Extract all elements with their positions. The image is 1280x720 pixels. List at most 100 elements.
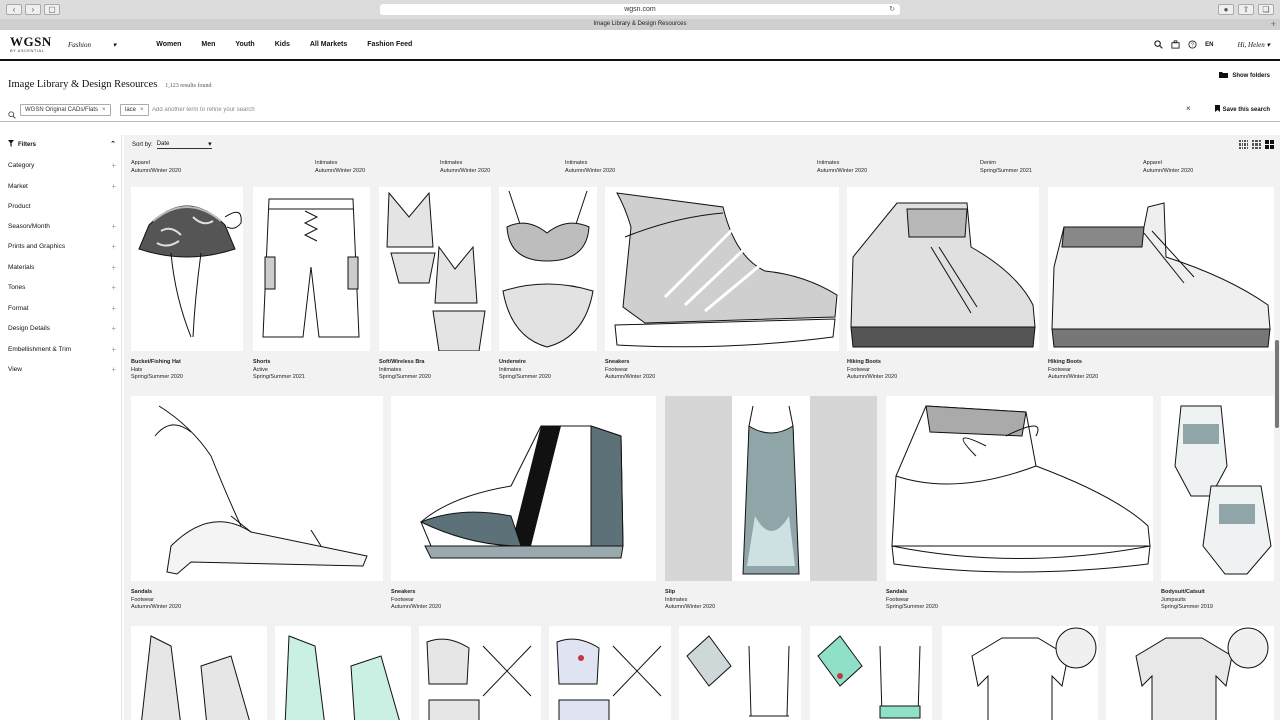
show-folders-button[interactable]: Show folders (1219, 71, 1270, 80)
filters-title: Filters (18, 141, 37, 148)
filter-market[interactable]: Market + (8, 181, 116, 195)
tab-bar[interactable]: Image Library & Design Resources + (0, 19, 1280, 30)
hiking-boot-image[interactable] (1048, 187, 1274, 351)
sidebar-toggle-icon[interactable]: ▢ (44, 4, 60, 15)
show-folders-label: Show folders (1232, 72, 1270, 79)
nav-fashion[interactable]: Fashion ▾ (68, 41, 136, 49)
chevron-down-icon: ▾ (112, 41, 117, 49)
filter-prints-graphics[interactable]: Prints and Graphics + (8, 241, 116, 255)
bodysuit-image[interactable] (275, 626, 411, 720)
plus-icon: + (111, 242, 116, 251)
underwire-image[interactable] (499, 187, 597, 351)
plus-icon: + (111, 304, 116, 313)
reload-icon[interactable]: ↻ (889, 4, 895, 15)
bra-image[interactable] (679, 626, 801, 720)
nav-women[interactable]: Women (156, 41, 181, 49)
plus-icon: + (111, 283, 116, 292)
scrollbar-thumb[interactable] (1275, 340, 1279, 428)
bra-image[interactable] (419, 626, 541, 720)
card-caption: Underwire Intimates Spring/Summer 2020 (499, 359, 551, 380)
language-selector[interactable]: EN (1205, 42, 1213, 48)
save-search-button[interactable]: Save this search (1214, 105, 1270, 114)
card-meta: Intimates Autumn/Winter 2020 (315, 160, 366, 174)
grid-medium-icon[interactable] (1252, 140, 1261, 149)
sort-select[interactable]: Date (156, 140, 212, 149)
extension-icon[interactable]: ● (1218, 4, 1234, 15)
bra-image[interactable] (549, 626, 671, 720)
sandal-image[interactable] (886, 396, 1153, 581)
user-menu[interactable]: Hi, Helen ▾ (1238, 41, 1270, 49)
close-icon[interactable]: × (140, 107, 144, 113)
filter-season-month[interactable]: Season/Month + (8, 221, 116, 235)
grid-large-icon[interactable] (1265, 140, 1274, 149)
plus-icon: + (111, 324, 116, 333)
close-icon[interactable]: × (102, 107, 106, 113)
scrollbar[interactable] (1274, 135, 1280, 720)
plus-icon: + (111, 365, 116, 374)
card-meta: Apparel Autumn/Winter 2020 (1143, 160, 1194, 174)
briefcase-icon[interactable] (1171, 40, 1180, 49)
chevron-down-icon: ▾ (1266, 40, 1270, 49)
filter-product[interactable]: Product (8, 201, 116, 215)
filters-header[interactable]: Filters ⌃ (8, 140, 116, 149)
svg-text:?: ? (1191, 43, 1194, 49)
help-icon[interactable]: ? (1188, 40, 1197, 49)
collapse-icon[interactable]: ⌃ (110, 140, 116, 148)
close-icon[interactable]: × (1186, 104, 1191, 113)
new-tab-icon[interactable]: + (1271, 19, 1276, 30)
filter-embellishment-trim[interactable]: Embellishment & Trim + (8, 344, 116, 358)
chip-label: WGSN Original CADs/Flats (25, 107, 99, 113)
slip-dress-image[interactable] (665, 396, 877, 581)
card-meta: Intimates Autumn/Winter 2020 (440, 160, 491, 174)
forward-icon[interactable]: › (25, 4, 41, 15)
plus-icon: + (111, 161, 116, 170)
card-meta: Denim Spring/Summer 2021 (980, 160, 1032, 174)
sneaker-image[interactable] (605, 187, 839, 351)
sandal-image[interactable] (131, 396, 383, 581)
plus-icon: + (111, 263, 116, 272)
top-image[interactable] (942, 626, 1098, 720)
hiking-boot-image[interactable] (847, 187, 1039, 351)
filter-view[interactable]: View + (8, 364, 116, 378)
search-chip[interactable]: lace × (120, 104, 149, 116)
share-icon[interactable]: ⇧ (1238, 4, 1254, 15)
browser-chrome: ‹ › ▢ wgsn.com ↻ ● ⇧ ❏ Image Library & D… (0, 0, 1280, 30)
filter-materials[interactable]: Materials + (8, 262, 116, 276)
search-chip[interactable]: WGSN Original CADs/Flats × (20, 104, 111, 116)
search-icon[interactable] (1154, 40, 1163, 49)
nav-fashion-feed[interactable]: Fashion Feed (367, 41, 412, 49)
save-search-label: Save this search (1222, 106, 1270, 113)
filter-category[interactable]: Category + (8, 160, 116, 174)
grid-small-icon[interactable] (1239, 140, 1248, 149)
sneaker-image[interactable] (391, 396, 656, 581)
filter-tones[interactable]: Tones + (8, 282, 116, 296)
nav-men[interactable]: Men (201, 41, 215, 49)
nav-all-markets[interactable]: All Markets (310, 41, 347, 49)
nav-youth[interactable]: Youth (235, 41, 254, 49)
results-grid: Sort by: Date ApparelAutumn/Winter 2020 … (124, 135, 1280, 720)
main-nav: Fashion ▾ Women Men Youth Kids All Marke… (68, 41, 432, 49)
card-caption: Slip Intimates Autumn/Winter 2020 (665, 589, 716, 610)
tabs-icon[interactable]: ❏ (1258, 4, 1274, 15)
address-bar[interactable]: wgsn.com ↻ (380, 4, 900, 15)
bodysuit-image[interactable] (1161, 396, 1274, 581)
sort-label: Sort by: (132, 142, 153, 148)
back-icon[interactable]: ‹ (6, 4, 22, 15)
top-image[interactable] (1106, 626, 1274, 720)
plus-icon: + (111, 222, 116, 231)
card-caption: Sandals Footwear Autumn/Winter 2020 (131, 589, 182, 610)
bra-image[interactable] (379, 187, 491, 351)
filter-design-details[interactable]: Design Details + (8, 323, 116, 337)
card-caption: Soft/Wireless Bra Intimates Spring/Summer … (379, 359, 431, 380)
search-input[interactable] (152, 104, 652, 116)
address-text: wgsn.com (624, 6, 656, 13)
filter-format[interactable]: Format + (8, 303, 116, 317)
bodysuit-image[interactable] (131, 626, 267, 720)
logo-main: WGSN (10, 34, 52, 49)
nav-kids[interactable]: Kids (275, 41, 290, 49)
logo[interactable]: WGSN BY ASCENTIAL (10, 34, 52, 53)
bra-image[interactable] (810, 626, 932, 720)
plus-icon: + (111, 345, 116, 354)
bucket-hat-image[interactable] (131, 187, 243, 351)
shorts-image[interactable] (253, 187, 370, 351)
